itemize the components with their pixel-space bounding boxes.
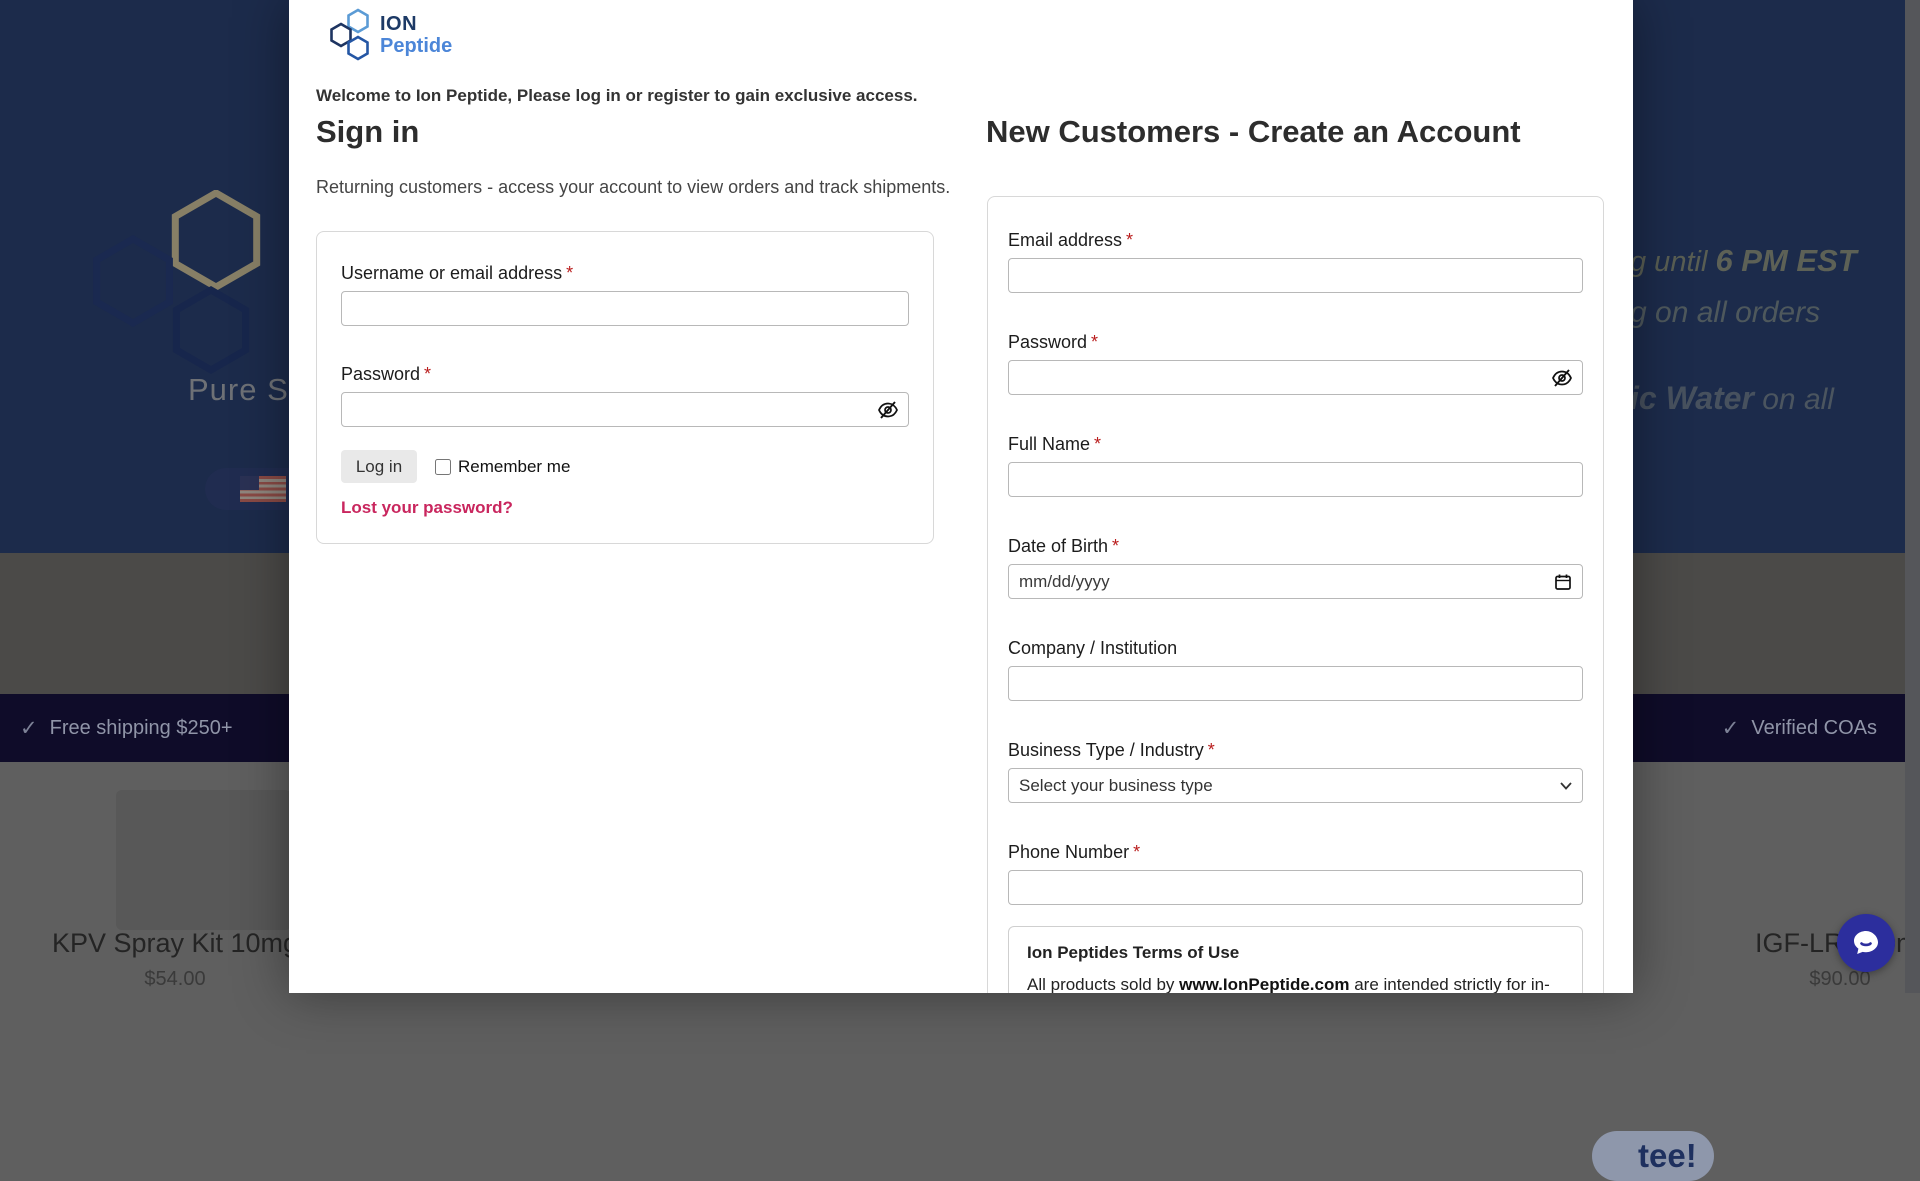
us-flag-icon [240,476,286,502]
register-form-card: Email address* Password* Full Name* Date… [987,196,1604,993]
required-asterisk: * [1094,434,1101,454]
email-input[interactable] [1008,258,1583,293]
register-password-input[interactable] [1008,360,1583,395]
required-asterisk: * [1133,842,1140,862]
check-icon: ✓ [20,716,38,741]
required-asterisk: * [1126,230,1133,250]
dob-label-text: Date of Birth [1008,536,1108,556]
signin-title: Sign in [316,114,419,150]
toggle-password-visibility-icon[interactable] [1551,367,1573,389]
product-price: $90.00 [1755,968,1905,991]
terms-body: All products sold by www.IonPeptide.com … [1027,973,1564,993]
required-asterisk: * [1091,332,1098,352]
username-label: Username or email address* [341,263,909,284]
lost-password-link[interactable]: Lost your password? [341,498,513,518]
remember-me-label: Remember me [458,457,570,477]
toggle-password-visibility-icon[interactable] [877,399,899,421]
signin-password-label-text: Password [341,364,420,384]
guarantee-badge-text: tee! [1638,1137,1697,1175]
required-asterisk: * [424,364,431,384]
signin-password-label: Password* [341,364,909,385]
benefit-verified-coas-label: Verified COAs [1751,717,1877,740]
fullname-label-text: Full Name [1008,434,1090,454]
register-title: New Customers - Create an Account [986,114,1521,150]
calendar-icon[interactable] [1554,573,1572,591]
auth-modal: ION Peptide Welcome to Ion Peptide, Plea… [289,0,1633,993]
logo-hexagons-icon [328,8,376,62]
remember-me-checkbox[interactable] [435,459,451,475]
phone-label-text: Phone Number [1008,842,1129,862]
terms-of-use-box: Ion Peptides Terms of Use All products s… [1008,926,1583,993]
benefit-free-shipping: ✓ Free shipping $250+ [20,716,233,741]
product-title: KPV Spray Kit 10mg [20,928,330,959]
register-password-label-text: Password [1008,332,1087,352]
email-label: Email address* [1008,230,1583,251]
phone-label: Phone Number* [1008,842,1583,863]
business-type-label: Business Type / Industry* [1008,740,1583,761]
chevron-down-icon [1560,782,1572,790]
logo-word-ion: ION [380,13,452,35]
dob-placeholder: mm/dd/yyyy [1019,572,1110,592]
product-card: KPV Spray Kit 10mg $54.00 [20,928,330,991]
promo-line-1: g until 6 PM EST [1630,243,1857,279]
required-asterisk: * [566,263,573,283]
remember-me-field[interactable]: Remember me [435,457,570,477]
business-type-select[interactable]: Select your business type [1008,768,1583,803]
logo-wordmark: ION Peptide [380,13,452,57]
hero-tagline: Pure Sc [188,372,305,408]
chat-icon [1851,928,1881,958]
benefit-free-shipping-label: Free shipping $250+ [50,717,233,740]
phone-input[interactable] [1008,870,1583,905]
email-label-text: Email address [1008,230,1122,250]
fullname-label: Full Name* [1008,434,1583,455]
required-asterisk: * [1208,740,1215,760]
product-price: $54.00 [20,968,330,991]
required-asterisk: * [1112,536,1119,556]
business-type-label-text: Business Type / Industry [1008,740,1204,760]
terms-domain-text: www.IonPeptide.com [1179,975,1349,993]
signin-subtitle: Returning customers - access your accoun… [316,177,950,198]
username-label-text: Username or email address [341,263,562,283]
promo-line-1-bold: 6 PM EST [1715,243,1856,278]
terms-text: All products sold by [1027,975,1179,993]
hero-hexagons-decoration [80,190,280,390]
dob-input[interactable]: mm/dd/yyyy [1008,564,1583,599]
welcome-message: Welcome to Ion Peptide, Please log in or… [316,86,918,106]
chat-widget-button[interactable] [1837,914,1895,972]
promo-line-3-bold: ic Water [1630,380,1754,416]
promo-line-2: g on all orders [1630,296,1820,330]
terms-title: Ion Peptides Terms of Use [1027,943,1564,963]
signin-password-input[interactable] [341,392,909,427]
login-button[interactable]: Log in [341,450,417,483]
business-type-selected-value: Select your business type [1019,776,1213,796]
dob-label: Date of Birth* [1008,536,1583,557]
ion-peptide-logo: ION Peptide [328,8,452,62]
promo-line-3-text: on all [1754,383,1834,416]
guarantee-badge-pill: tee! [1592,1131,1714,1181]
company-label: Company / Institution [1008,638,1583,659]
product-image-placeholder [116,790,291,930]
promo-line-3: ic Water on all [1630,380,1834,417]
username-input[interactable] [341,291,909,326]
company-input[interactable] [1008,666,1583,701]
benefit-verified-coas: ✓ Verified COAs [1722,716,1877,741]
promo-line-1-text: g until [1630,246,1715,278]
check-icon: ✓ [1722,716,1740,741]
register-password-label: Password* [1008,332,1583,353]
signin-form-card: Username or email address* Password* Log… [316,231,934,544]
page-scrollbar[interactable] [1905,0,1920,993]
logo-word-peptide: Peptide [380,35,452,57]
fullname-input[interactable] [1008,462,1583,497]
